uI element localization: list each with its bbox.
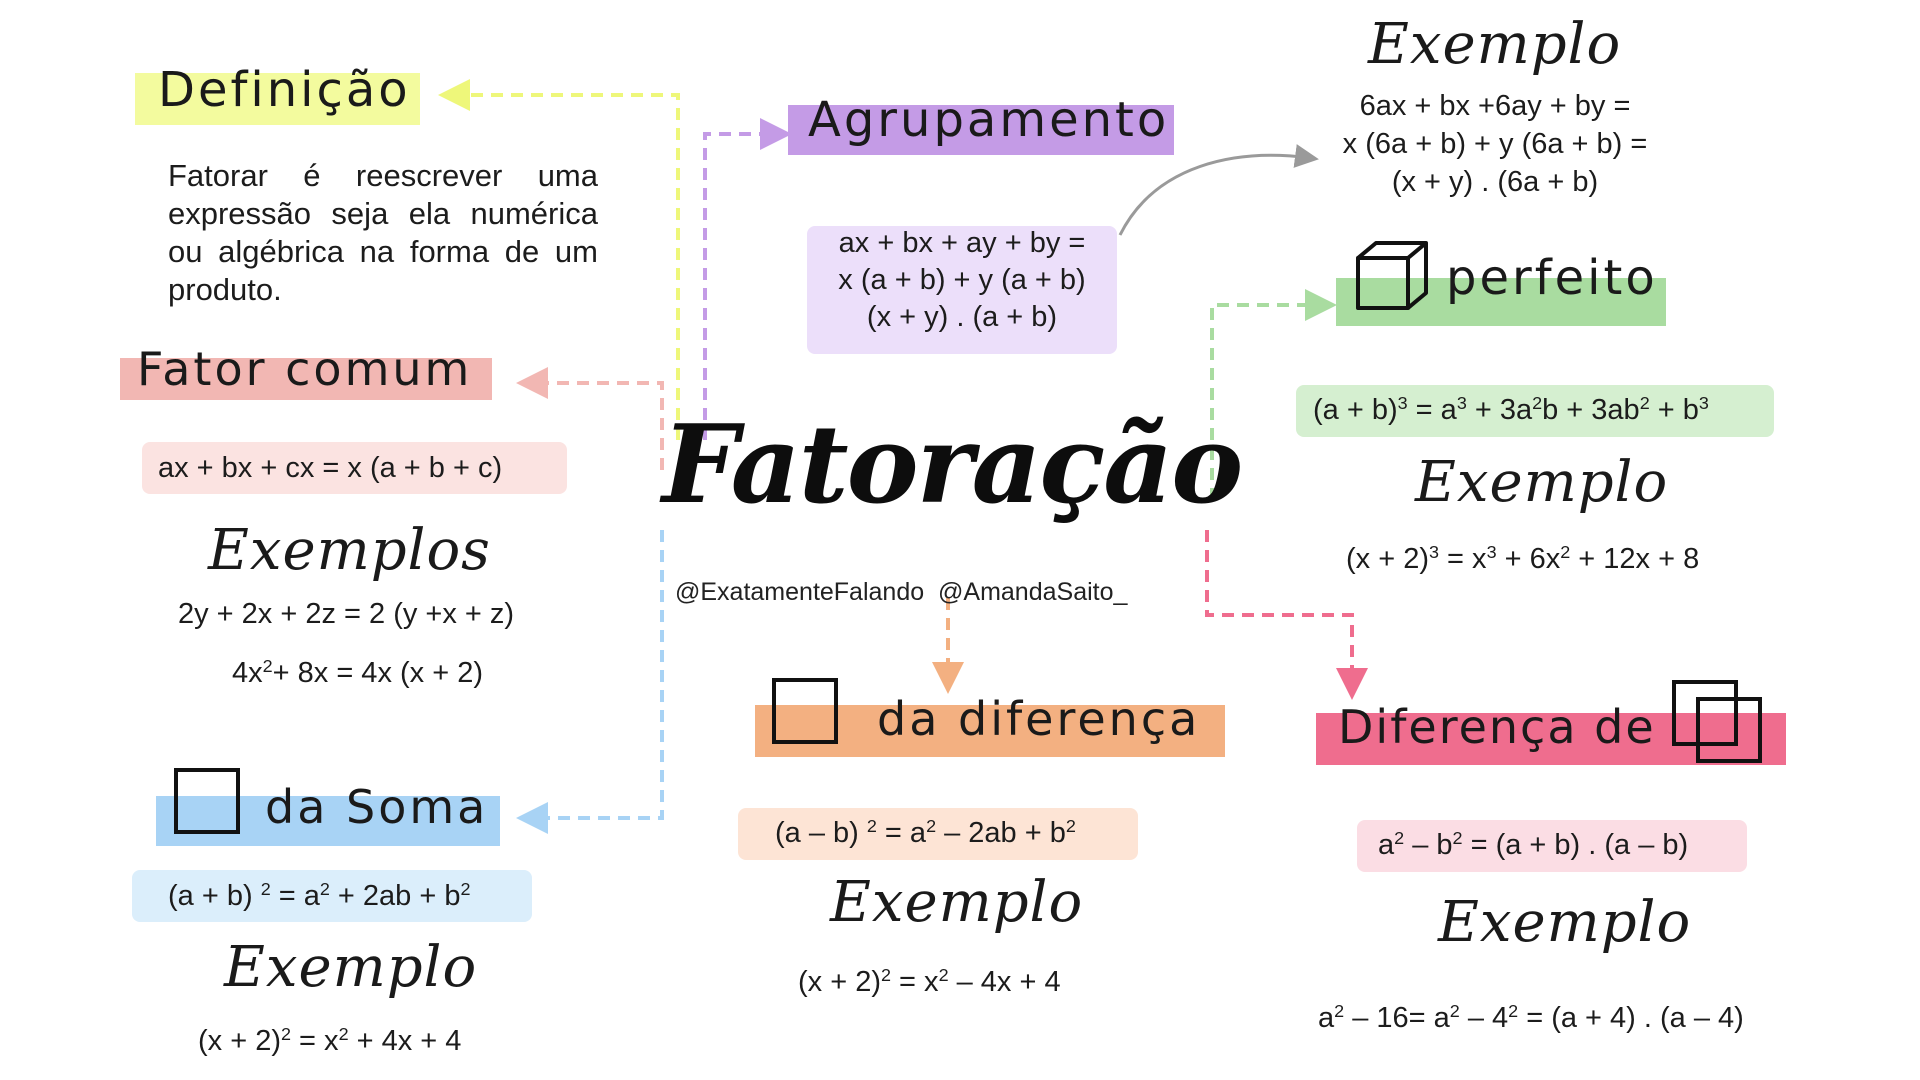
exemplo-agrupamento-heading: Exemplo [1368, 12, 1622, 77]
square-icon [772, 678, 838, 744]
curved-arrow [1118, 144, 1319, 236]
agrupamento-heading: Agrupamento [808, 92, 1170, 148]
fator-comum-example-2: 4x2+ 8x = 4x (x + 2) [232, 656, 483, 689]
agrupamento-formula-line-1: ax + bx + ay + by = [838, 227, 1086, 259]
connector-dif-quadrados [1205, 530, 1368, 700]
fator-comum-example-1: 2y + 2x + 2z = 2 (y +x + z) [178, 598, 515, 630]
exemplo-agrupamento-line-2: x (6a + b) + y (6a + b) = [1342, 128, 1648, 160]
exemplo-agrupamento-line-3: (x + y) . (6a + b) [1391, 166, 1599, 198]
diferenca-quadrados-example: a2 – 16= a2 – 42 = (a + 4) . (a – 4) [1318, 1001, 1744, 1034]
definicao-text: Fatorar é reescrever uma expressão seja … [168, 158, 598, 307]
cube-icon [1356, 241, 1428, 310]
diferenca-quadrados-example-heading: Exemplo [1438, 890, 1692, 955]
fator-comum-formula: ax + bx + cx = x (a + b + c) [158, 452, 503, 484]
quadrado-diferenca-example: (x + 2)2 = x2 – 4x + 4 [798, 965, 1061, 998]
fator-comum-examples-heading: Exemplos [208, 518, 491, 583]
definicao-heading: Definição [158, 62, 411, 118]
quadrado-diferenca-example-heading: Exemplo [830, 870, 1084, 935]
diferenca-quadrados-heading: Diferença de [1338, 700, 1656, 754]
quadrado-diferenca-formula: (a – b) 2 = a2 – 2ab + b2 [775, 816, 1076, 849]
agrupamento-formula-line-3: (x + y) . (a + b) [866, 301, 1058, 333]
agrupamento-formula-line-2: x (a + b) + y (a + b) [838, 264, 1086, 296]
quadrado-soma-formula: (a + b) 2 = a2 + 2ab + b2 [168, 879, 471, 912]
connector-agrupamento [703, 118, 792, 440]
cubo-perfeito-formula: (a + b)3 = a3 + 3a2b + 3ab2 + b3 [1313, 393, 1709, 426]
connector-soma [516, 530, 664, 834]
quadrado-soma-example: (x + 2)2 = x2 + 4x + 4 [198, 1024, 462, 1057]
quadrado-soma-example-heading: Exemplo [224, 935, 478, 1000]
overlapping-squares-icon [1696, 697, 1762, 763]
square-icon [174, 768, 240, 834]
title: Fatoração [662, 402, 1243, 528]
cubo-perfeito-heading: perfeito [1446, 250, 1658, 306]
exemplo-agrupamento-line-1: 6ax + bx +6ay + by = [1359, 90, 1631, 122]
diferenca-quadrados-formula: a2 – b2 = (a + b) . (a – b) [1378, 828, 1689, 861]
cubo-perfeito-example: (x + 2)3 = x3 + 6x2 + 12x + 8 [1346, 542, 1700, 575]
cubo-perfeito-example-heading: Exemplo [1415, 450, 1669, 515]
quadrado-diferenca-heading: da diferença [877, 692, 1201, 746]
fator-comum-heading: Fator comum [137, 342, 473, 396]
credits: @ExatamenteFalando @AmandaSaito_ [675, 578, 1128, 606]
quadrado-soma-heading: da Soma [265, 780, 489, 834]
